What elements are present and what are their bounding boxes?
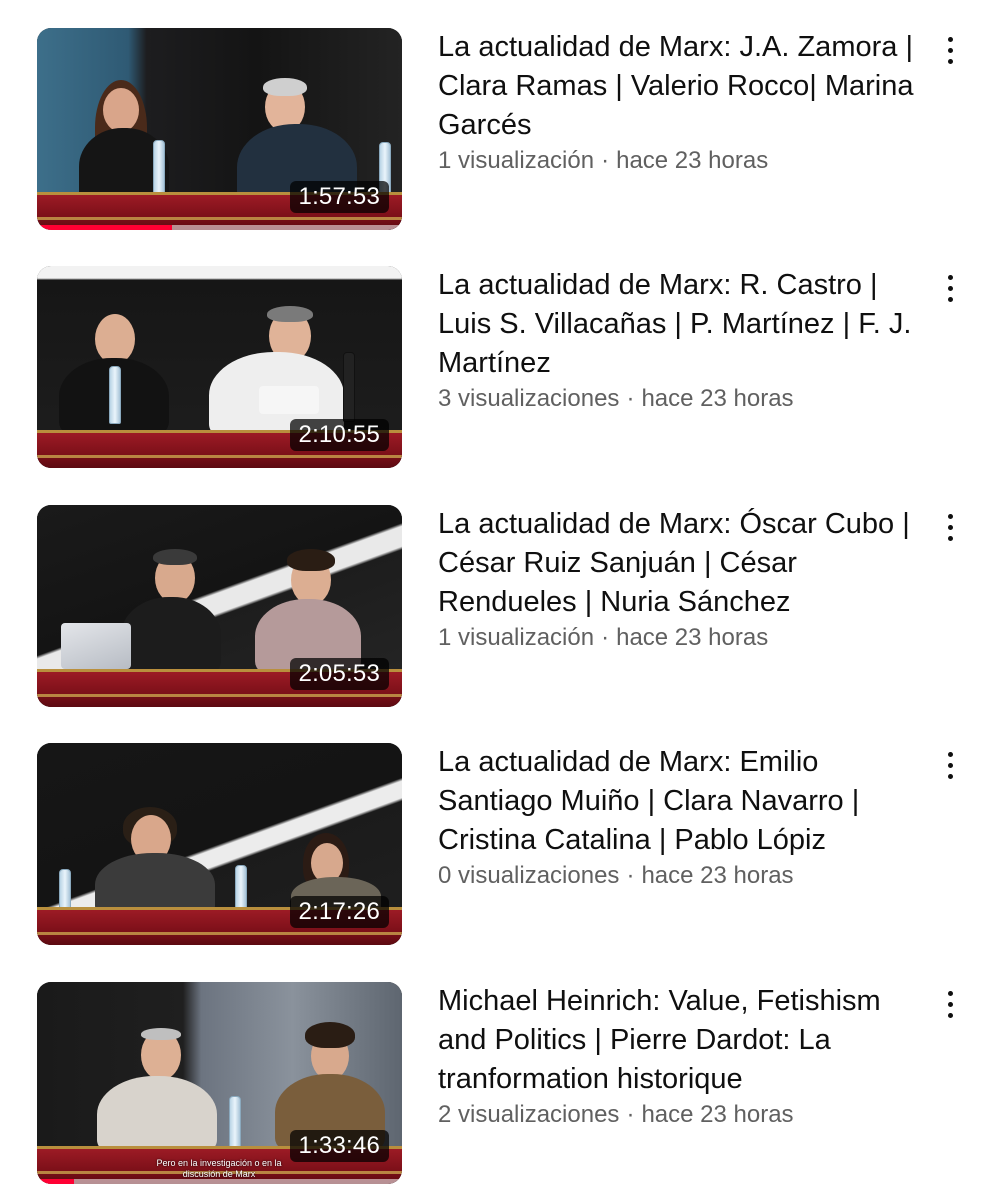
meta-separator: · bbox=[626, 385, 635, 412]
video-thumbnail[interactable]: Pero en la investigación o en la discusi… bbox=[37, 982, 402, 1184]
upload-age: hace 23 horas bbox=[641, 385, 794, 412]
video-meta: 1 visualización · hace 23 horas bbox=[438, 622, 928, 654]
view-count: 1 visualización bbox=[438, 147, 595, 174]
video-item[interactable]: Pero en la investigación o en la discusi… bbox=[0, 982, 987, 1187]
video-list: 1:57:53 La actualidad de Marx: J.A. Zamo… bbox=[0, 0, 987, 1200]
duration-badge: 2:10:55 bbox=[289, 419, 389, 451]
view-count: 1 visualización bbox=[438, 624, 595, 651]
more-vert-icon[interactable] bbox=[932, 747, 968, 783]
more-vert-icon[interactable] bbox=[932, 32, 968, 68]
video-item[interactable]: 1:57:53 La actualidad de Marx: J.A. Zamo… bbox=[0, 28, 987, 233]
meta-separator: · bbox=[626, 862, 635, 889]
video-item[interactable]: 2:17:26 La actualidad de Marx: Emilio Sa… bbox=[0, 743, 987, 948]
duration-badge: 1:33:46 bbox=[289, 1130, 389, 1162]
video-details: La actualidad de Marx: R. Castro | Luis … bbox=[438, 266, 928, 415]
watch-progress-fill bbox=[37, 225, 173, 230]
video-details: La actualidad de Marx: J.A. Zamora | Cla… bbox=[438, 28, 928, 177]
video-details: La actualidad de Marx: Óscar Cubo | Césa… bbox=[438, 505, 928, 654]
upload-age: hace 23 horas bbox=[641, 862, 794, 889]
video-title[interactable]: La actualidad de Marx: J.A. Zamora | Cla… bbox=[438, 28, 928, 145]
meta-separator: · bbox=[601, 147, 610, 174]
watch-progress-fill bbox=[37, 1179, 74, 1184]
video-item[interactable]: 2:10:55 La actualidad de Marx: R. Castro… bbox=[0, 266, 987, 471]
video-thumbnail[interactable]: 2:10:55 bbox=[37, 266, 402, 468]
view-count: 0 visualizaciones bbox=[438, 862, 620, 889]
video-meta: 2 visualizaciones · hace 23 horas bbox=[438, 1099, 928, 1131]
video-meta: 3 visualizaciones · hace 23 horas bbox=[438, 383, 928, 415]
duration-badge: 1:57:53 bbox=[289, 181, 389, 213]
upload-age: hace 23 horas bbox=[641, 1101, 794, 1128]
more-vert-icon[interactable] bbox=[932, 270, 968, 306]
meta-separator: · bbox=[601, 624, 610, 651]
more-vert-icon[interactable] bbox=[932, 509, 968, 545]
video-item[interactable]: 2:05:53 La actualidad de Marx: Óscar Cub… bbox=[0, 505, 987, 710]
video-thumbnail[interactable]: 2:05:53 bbox=[37, 505, 402, 707]
watch-progress-bar bbox=[37, 225, 402, 230]
caption-overlay: Pero en la investigación o en la discusi… bbox=[156, 1158, 282, 1179]
video-thumbnail[interactable]: 1:57:53 bbox=[37, 28, 402, 230]
video-thumbnail[interactable]: 2:17:26 bbox=[37, 743, 402, 945]
video-title[interactable]: La actualidad de Marx: R. Castro | Luis … bbox=[438, 266, 928, 383]
video-details: La actualidad de Marx: Emilio Santiago M… bbox=[438, 743, 928, 892]
upload-age: hace 23 horas bbox=[616, 624, 769, 651]
duration-badge: 2:17:26 bbox=[289, 896, 389, 928]
video-title[interactable]: Michael Heinrich: Value, Fetishism and P… bbox=[438, 982, 928, 1099]
video-meta: 1 visualización · hace 23 horas bbox=[438, 145, 928, 177]
more-vert-icon[interactable] bbox=[932, 986, 968, 1022]
duration-badge: 2:05:53 bbox=[289, 658, 389, 690]
upload-age: hace 23 horas bbox=[616, 147, 769, 174]
video-title[interactable]: La actualidad de Marx: Emilio Santiago M… bbox=[438, 743, 928, 860]
video-title[interactable]: La actualidad de Marx: Óscar Cubo | Césa… bbox=[438, 505, 928, 622]
view-count: 2 visualizaciones bbox=[438, 1101, 620, 1128]
meta-separator: · bbox=[626, 1101, 635, 1128]
view-count: 3 visualizaciones bbox=[438, 385, 620, 412]
video-details: Michael Heinrich: Value, Fetishism and P… bbox=[438, 982, 928, 1131]
watch-progress-bar bbox=[37, 1179, 402, 1184]
video-meta: 0 visualizaciones · hace 23 horas bbox=[438, 860, 928, 892]
